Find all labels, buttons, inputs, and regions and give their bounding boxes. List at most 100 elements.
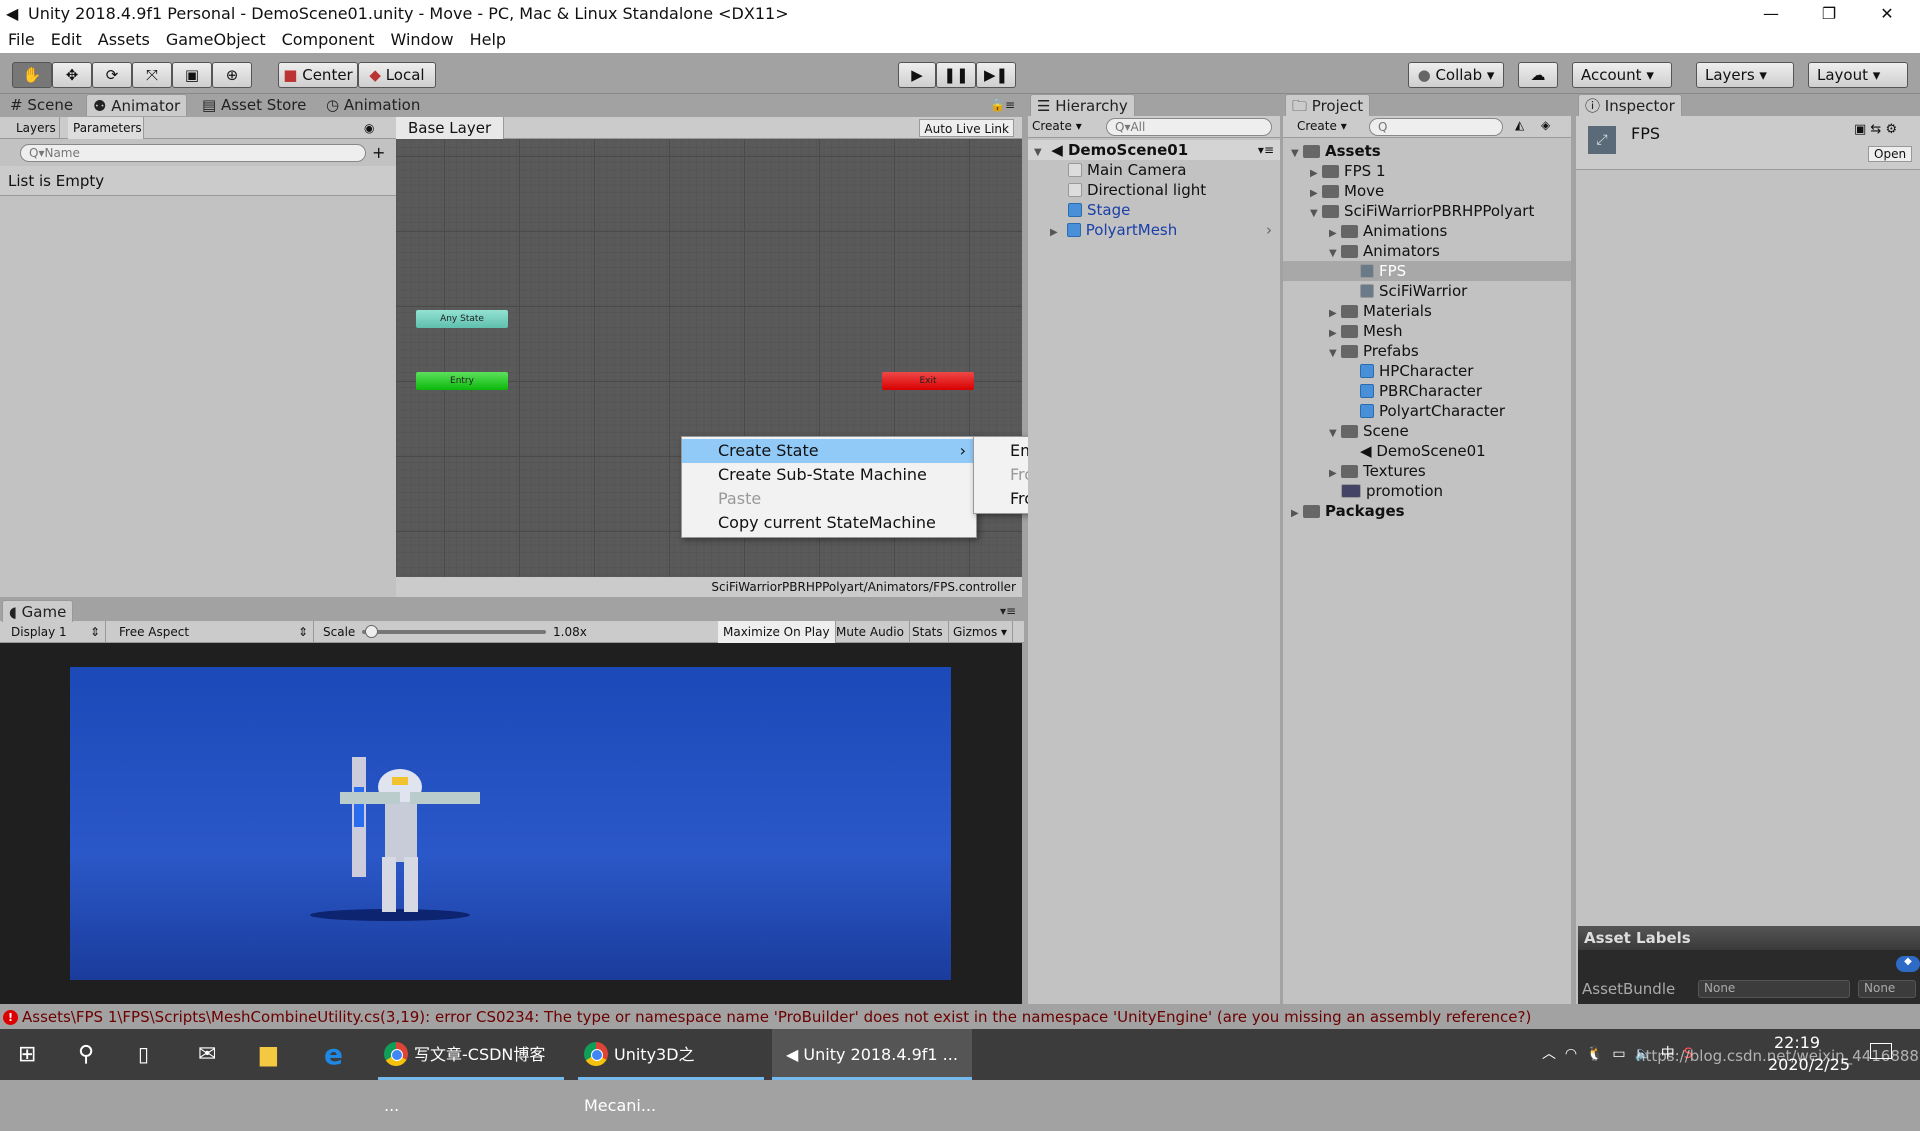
taskbar-app-unity[interactable]: ◀ Unity 2018.4.9f1 ... [772,1029,972,1080]
menu-edit[interactable]: Edit [43,27,90,53]
hierarchy-item[interactable]: Stage [1068,200,1130,220]
project-item[interactable]: FPS [1283,261,1571,281]
project-item[interactable]: promotion [1283,481,1571,501]
hierarchy-item[interactable]: ▶ PolyartMesh › [1050,220,1278,240]
parameters-tab[interactable]: Parameters [68,117,144,139]
windows-start-icon[interactable]: ⊞ [18,1029,36,1080]
add-parameter-button[interactable]: + [372,143,385,162]
auto-live-link-button[interactable]: Auto Live Link [919,119,1014,137]
scale-slider[interactable] [362,625,546,638]
mail-icon[interactable]: ✉ [198,1029,216,1080]
layers-tab[interactable]: Layers [10,117,60,139]
project-search-input[interactable]: Q [1369,118,1503,136]
project-item[interactable]: ▼ Prefabs [1283,341,1571,361]
menu-component[interactable]: Component [274,27,383,53]
menu-help[interactable]: Help [462,27,514,53]
pause-button[interactable]: ❚❚ [936,62,976,88]
tab-animator[interactable]: ⚉ Animator [86,94,188,116]
project-item[interactable]: PBRCharacter [1283,381,1571,401]
step-button[interactable]: ▶❚ [976,62,1016,88]
project-item[interactable]: ▼ Scene [1283,421,1571,441]
close-button[interactable]: ✕ [1864,0,1910,27]
menu-item-copy-statemachine[interactable]: Copy current StateMachine [682,511,976,535]
project-item[interactable]: SciFiWarrior [1283,281,1571,301]
menu-gameobject[interactable]: GameObject [158,27,274,53]
project-item[interactable]: ▼ SciFiWarriorPBRHPPolyart [1283,201,1571,221]
mute-audio-toggle[interactable]: Mute Audio [831,621,910,643]
tab-project[interactable]: 🗀 Project [1285,94,1371,116]
hierarchy-create-button[interactable]: Create ▾ [1032,119,1082,133]
collab-button[interactable]: ● Collab ▾ [1408,62,1504,88]
account-dropdown[interactable]: Account ▾ [1572,62,1672,88]
restore-button[interactable]: ❐ [1806,0,1852,27]
pivot-center-button[interactable]: ■ Center [278,62,358,88]
file-explorer-icon[interactable]: ▆ [260,1029,277,1080]
project-item[interactable]: ▶ Packages [1283,501,1571,521]
scene-menu-icon[interactable]: ▾≡ [1258,140,1274,160]
tab-asset-store[interactable]: ▤ Asset Store [196,94,312,116]
hierarchy-item[interactable]: Main Camera [1068,160,1186,180]
game-view[interactable] [0,643,1022,1004]
hierarchy-search-input[interactable]: Q▾All [1106,118,1272,136]
project-item[interactable]: HPCharacter [1283,361,1571,381]
stats-toggle[interactable]: Stats [907,621,949,643]
tab-game[interactable]: ◖ Game [2,600,74,622]
tab-animation[interactable]: ◷ Animation [320,94,426,116]
filter-by-label-icon[interactable]: ◈ [1541,118,1550,132]
fold-arrow-icon[interactable]: ▶ [1291,504,1303,524]
rotate-tool-button[interactable]: ⟳ [92,62,132,88]
project-create-button[interactable]: Create ▾ [1297,119,1347,133]
move-tool-button[interactable]: ✥ [52,62,92,88]
layers-dropdown[interactable]: Layers ▾ [1696,62,1794,88]
menu-file[interactable]: File [0,27,43,53]
rect-tool-button[interactable]: ▣ [172,62,212,88]
filter-by-type-icon[interactable]: ◭ [1515,118,1524,132]
menu-item-create-sub-state-machine[interactable]: Create Sub-State Machine [682,463,976,487]
scene-root[interactable]: ▼ ◀ DemoScene01 ▾≡ [1028,140,1280,160]
project-item[interactable]: PolyartCharacter [1283,401,1571,421]
search-icon[interactable]: ⚲ [78,1029,94,1080]
tab-hierarchy[interactable]: ☰ Hierarchy [1030,94,1135,116]
open-button[interactable]: Open [1868,146,1913,162]
menu-window[interactable]: Window [382,27,461,53]
scale-slider-thumb[interactable] [365,625,379,638]
hierarchy-item[interactable]: Directional light [1068,180,1206,200]
parameter-search-input[interactable]: Q▾Name [20,144,366,162]
project-item[interactable]: ▼ Animators [1283,241,1571,261]
state-exit[interactable]: Exit [882,372,974,390]
chevron-right-icon[interactable]: › [1266,220,1272,240]
menu-assets[interactable]: Assets [90,27,158,53]
play-button[interactable]: ▶ [898,62,936,88]
assetbundle-dropdown[interactable]: None [1698,980,1850,998]
pivot-local-button[interactable]: ◆ Local [358,62,436,88]
aspect-dropdown[interactable]: Free Aspect ⇕ [114,621,314,643]
panel-menu-icon[interactable]: 🔒≡ [984,94,1021,116]
project-item[interactable]: ◀ DemoScene01 [1283,441,1571,461]
project-item[interactable]: ▶ Materials [1283,301,1571,321]
display-dropdown[interactable]: Display 1 ⇕ [6,621,106,643]
task-view-icon[interactable]: ▯ [138,1029,149,1080]
layout-dropdown[interactable]: Layout ▾ [1808,62,1908,88]
menu-item-create-state[interactable]: Create State › [682,439,976,463]
project-item[interactable]: ▶ Textures [1283,461,1571,481]
breadcrumb-base-layer[interactable]: Base Layer [396,117,505,139]
cloud-button[interactable]: ☁ [1518,62,1558,88]
project-item[interactable]: ▶ Animations [1283,221,1571,241]
project-item[interactable]: ▶ Mesh [1283,321,1571,341]
project-item[interactable]: ▶ Move [1283,181,1571,201]
hand-tool-button[interactable]: ✋ [12,62,52,88]
eye-icon[interactable]: ◉ [364,117,374,139]
transform-tool-button[interactable]: ⊕ [212,62,252,88]
tab-inspector[interactable]: ⓘ Inspector [1578,94,1682,116]
tab-scene[interactable]: # Scene [4,94,79,116]
edge-icon[interactable]: e [324,1029,343,1080]
label-tag-button[interactable]: ◆ [1896,956,1920,972]
minimize-button[interactable]: — [1748,0,1794,27]
console-status-bar[interactable]: ! Assets\FPS 1\FPS\Scripts\MeshCombineUt… [0,1006,1920,1029]
taskbar-app-chrome-csdn[interactable]: 写文章-CSDN博客 ... [378,1029,564,1115]
maximize-on-play-toggle[interactable]: Maximize On Play [718,621,836,643]
project-item[interactable]: ▼ Assets [1283,141,1571,161]
variant-dropdown[interactable]: None [1858,980,1916,998]
panel-menu-icon[interactable]: ▾≡ [994,600,1022,622]
help-icon[interactable]: ▣ ⇆ ⚙ [1854,122,1897,137]
